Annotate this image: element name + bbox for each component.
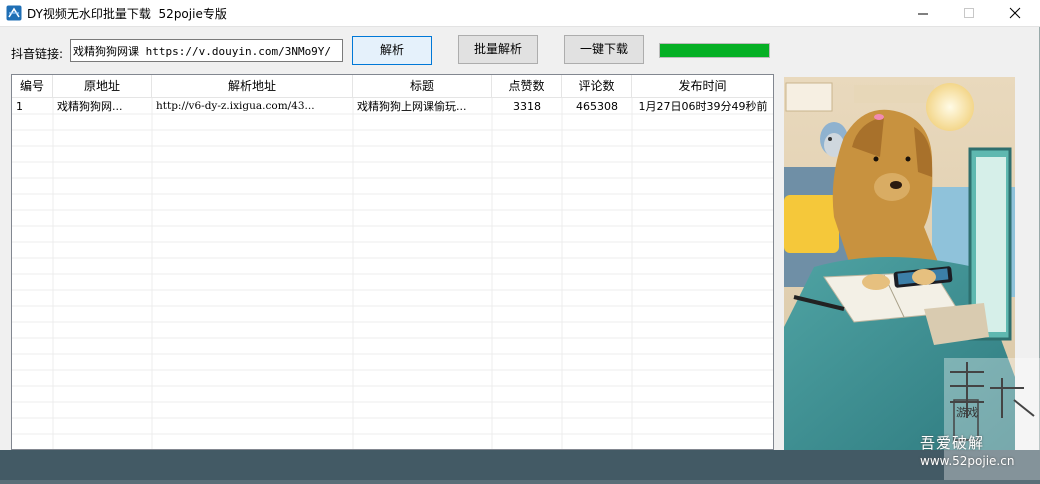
desktop-background-strip <box>0 450 1040 480</box>
table-cell: 戏精狗狗上网课偷玩... <box>357 100 467 113</box>
minimize-icon <box>918 13 928 15</box>
batch-parse-button[interactable]: 批量解析 <box>458 35 538 64</box>
title-bar[interactable]: DY视频无水印批量下载 52pojie专版 <box>0 0 1040 27</box>
maximize-button[interactable] <box>946 0 992 26</box>
site-watermark: 游戏 吾爱破解 www.52pojie.cn <box>920 358 1040 480</box>
column-header[interactable]: 评论数 <box>562 75 632 97</box>
parse-button[interactable]: 解析 <box>352 36 432 65</box>
column-header[interactable]: 标题 <box>353 75 492 97</box>
column-header[interactable]: 原地址 <box>53 75 152 97</box>
table-gridlines <box>12 97 773 449</box>
close-icon <box>1009 7 1021 19</box>
window-title: DY视频无水印批量下载 52pojie专版 <box>27 7 227 21</box>
watermark-site-name: 吾爱破解 <box>920 434 985 452</box>
minimize-button[interactable] <box>900 0 946 26</box>
watermark-tag: 游戏 <box>956 406 978 419</box>
table-row[interactable]: 1 戏精狗狗网... http://v6-dy-z.ixigua.com/43...… <box>12 98 773 115</box>
maximize-icon <box>964 8 974 18</box>
app-icon <box>6 5 22 21</box>
table-cell: 戏精狗狗网... <box>57 100 123 113</box>
table-cell: 3318 <box>513 100 541 113</box>
table-header: 编号 原地址 解析地址 标题 点赞数 评论数 发布时间 <box>12 75 773 98</box>
column-header[interactable]: 编号 <box>12 75 53 97</box>
main-window: DY视频无水印批量下载 52pojie专版 抖音链接: 戏精狗狗网课 https… <box>0 0 1040 450</box>
column-header[interactable]: 发布时间 <box>632 75 773 97</box>
column-header[interactable]: 解析地址 <box>152 75 353 97</box>
table-cell: 1月27日06时39分49秒前 <box>638 100 768 113</box>
close-button[interactable] <box>992 0 1038 26</box>
link-label: 抖音链接: <box>11 47 64 61</box>
download-progress-bar <box>659 43 770 58</box>
table-cell: 465308 <box>576 100 618 113</box>
table-cell: 1 <box>16 100 23 113</box>
progress-fill <box>660 44 769 57</box>
watermark-site-url: www.52pojie.cn <box>920 454 1015 468</box>
column-header[interactable]: 点赞数 <box>492 75 562 97</box>
download-all-button[interactable]: 一键下载 <box>564 35 644 64</box>
results-table[interactable]: 编号 原地址 解析地址 标题 点赞数 评论数 发布时间 1 戏精狗狗网... http://v6… <box>11 74 774 450</box>
table-cell: http://v6-dy-z.ixigua.com/43... <box>156 100 315 112</box>
link-input[interactable]: 戏精狗狗网课 https://v.douyin.com/3NMo9Y/ <box>70 39 343 62</box>
